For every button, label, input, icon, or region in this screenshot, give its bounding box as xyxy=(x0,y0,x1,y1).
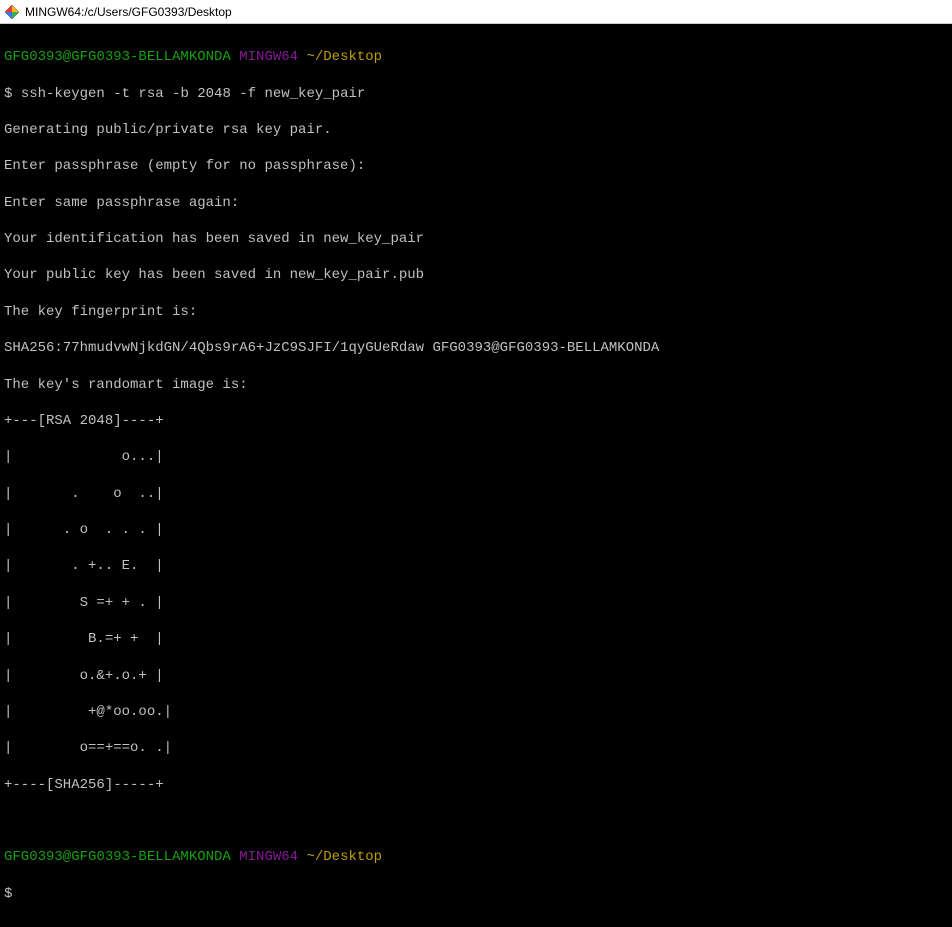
randomart-line: | o.&+.o.+ | xyxy=(4,667,948,685)
output-line: The key's randomart image is: xyxy=(4,376,948,394)
randomart-line: | . o ..| xyxy=(4,485,948,503)
randomart-line: +---[RSA 2048]----+ xyxy=(4,412,948,430)
empty-line xyxy=(4,812,948,830)
randomart-line: | o...| xyxy=(4,448,948,466)
randomart-line: | S =+ + . | xyxy=(4,594,948,612)
randomart-line: | +@*oo.oo.| xyxy=(4,703,948,721)
randomart-line: | . o . . . | xyxy=(4,521,948,539)
output-line: The key fingerprint is: xyxy=(4,303,948,321)
user-host: GFG0393@GFG0393-BELLAMKONDA xyxy=(4,49,231,65)
output-line: Enter same passphrase again: xyxy=(4,194,948,212)
output-line: SHA256:77hmudvwNjkdGN/4Qbs9rA6+JzC9SJFI/… xyxy=(4,339,948,357)
cursor-line[interactable]: $ xyxy=(4,885,948,903)
command-line: $ ssh-keygen -t rsa -b 2048 -f new_key_p… xyxy=(4,85,948,103)
app-icon xyxy=(4,4,20,20)
path: ~/Desktop xyxy=(306,849,382,865)
prompt-line: GFG0393@GFG0393-BELLAMKONDA MINGW64 ~/De… xyxy=(4,848,948,866)
randomart-line: +----[SHA256]-----+ xyxy=(4,776,948,794)
env-name: MINGW64 xyxy=(239,849,298,865)
output-line: Generating public/private rsa key pair. xyxy=(4,121,948,139)
env-name: MINGW64 xyxy=(239,49,298,65)
path: ~/Desktop xyxy=(306,49,382,65)
randomart-line: | B.=+ + | xyxy=(4,630,948,648)
window-titlebar[interactable]: MINGW64:/c/Users/GFG0393/Desktop xyxy=(0,0,952,24)
user-host: GFG0393@GFG0393-BELLAMKONDA xyxy=(4,849,231,865)
output-line: Your identification has been saved in ne… xyxy=(4,230,948,248)
randomart-line: | o==+==o. .| xyxy=(4,739,948,757)
prompt-line: GFG0393@GFG0393-BELLAMKONDA MINGW64 ~/De… xyxy=(4,48,948,66)
terminal-output[interactable]: GFG0393@GFG0393-BELLAMKONDA MINGW64 ~/De… xyxy=(0,24,952,927)
command-text: ssh-keygen -t rsa -b 2048 -f new_key_pai… xyxy=(21,86,365,102)
randomart-line: | . +.. E. | xyxy=(4,557,948,575)
window-title: MINGW64:/c/Users/GFG0393/Desktop xyxy=(25,5,232,19)
output-line: Enter passphrase (empty for no passphras… xyxy=(4,157,948,175)
output-line: Your public key has been saved in new_ke… xyxy=(4,266,948,284)
